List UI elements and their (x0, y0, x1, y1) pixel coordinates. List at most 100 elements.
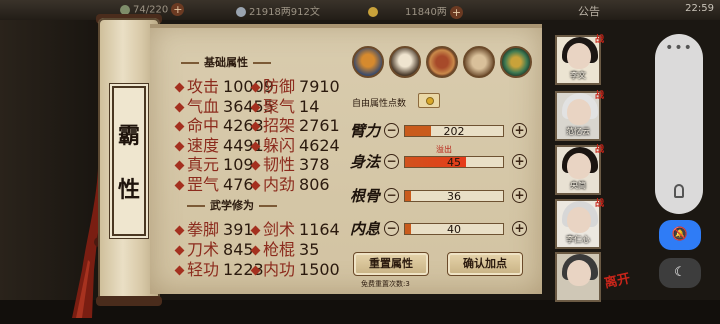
battle-tag: 战 (595, 199, 605, 209)
silver-counter: 21918两912文 (236, 3, 320, 18)
gem-bullet-icon (174, 82, 185, 93)
moon-icon: ☾ (674, 265, 686, 280)
plus-button[interactable]: + (512, 154, 527, 169)
gem-bullet-icon (174, 141, 185, 151)
gem-bullet-icon (174, 180, 185, 190)
volume-slider[interactable] (674, 184, 684, 198)
stamina-icon (120, 4, 130, 15)
basic-attrs-title: 基础属性 (176, 54, 276, 70)
gem-bullet-icon (174, 102, 185, 112)
scroll-cap-bottom (96, 296, 162, 306)
martial-stat: 轻功 1223 (174, 256, 264, 280)
minus-button[interactable]: − (384, 123, 399, 138)
attribute-bar: 36 (404, 190, 504, 203)
minus-button[interactable]: − (384, 221, 399, 236)
basic_attrs-stat: 内劲 806 (250, 171, 330, 195)
gold-counter: 11840两 + (368, 3, 463, 19)
confirm-points-button[interactable]: 确认加点 (447, 252, 523, 276)
free-reset-count: 免费重置次数:3 (361, 280, 410, 288)
portrait-face (567, 260, 591, 286)
stat-value: 1500 (299, 260, 340, 279)
attribute-name: 根骨 (350, 187, 381, 205)
attribute-name: 身法 (350, 153, 381, 171)
stat-label: 内劲 (263, 174, 296, 194)
silver-icon (236, 7, 246, 17)
attribute-bar: 45 (404, 156, 504, 169)
stat-label: 轻功 (187, 260, 220, 279)
attribute-row: 根骨 − 36 + (350, 185, 530, 209)
attribute-name: 内息 (350, 220, 381, 238)
clock: 22:59 (685, 3, 714, 14)
basic_attrs-stat: 罡气 476 (174, 171, 254, 195)
free-points-label: 自由属性点数 (352, 99, 407, 109)
add-gold-button[interactable]: + (450, 5, 463, 19)
gem-bullet-icon (250, 102, 261, 112)
reset-attributes-button[interactable]: 重置属性 (353, 252, 429, 276)
portrait-face (567, 43, 591, 69)
add-stamina-button[interactable]: + (171, 3, 185, 16)
portrait-name: 央简 (570, 181, 586, 190)
stat-value: 476 (223, 174, 254, 194)
scholar-icon[interactable] (389, 46, 421, 78)
drum-icon[interactable] (426, 46, 458, 78)
plus-button[interactable]: + (512, 188, 527, 203)
plus-button[interactable]: + (512, 221, 527, 236)
gem-bullet-icon (250, 160, 261, 171)
attribute-name: 臂力 (350, 122, 381, 140)
portrait-name: 李文 (570, 71, 586, 80)
gold-ingot-icon (368, 7, 378, 17)
title-char-2: 性 (117, 177, 140, 203)
gem-bullet-icon (174, 265, 185, 276)
minus-button[interactable]: − (384, 188, 399, 203)
floating-control-panel: ••• (655, 34, 703, 214)
gem-bullet-icon (250, 141, 261, 151)
attribute-value: 45 (447, 156, 461, 169)
character-title-plaque: 霸 性 (112, 86, 146, 236)
attribute-row: 臂力 − 202 + (350, 120, 530, 144)
bell-slash-icon: 🔕 (671, 227, 689, 242)
gem-bullet-icon (250, 245, 261, 256)
attribute-row: 内息 − 40 + (350, 218, 530, 242)
portrait-name: 范忆云 (566, 127, 590, 136)
portrait-face (567, 99, 591, 125)
portrait-face (567, 207, 591, 233)
leave-button[interactable]: 离开 (602, 268, 632, 291)
battle-tag: 战 (595, 91, 605, 101)
mute-toggle[interactable]: 🔕 (659, 220, 701, 250)
battle-tag (595, 250, 607, 264)
battle-tag: 战 (595, 145, 605, 155)
martial-stat: 内功 1500 (250, 256, 340, 280)
portrait-name: 李仁心 (566, 235, 590, 244)
gem-bullet-icon (174, 225, 185, 236)
battle-tag: 战 (595, 35, 605, 45)
title-char-1: 霸 (117, 123, 140, 149)
free-points-value (418, 93, 440, 108)
stat-label: 罡气 (187, 174, 220, 194)
attribute-bar: 202 (404, 125, 504, 138)
gem-bullet-icon (250, 225, 261, 236)
attribute-row: 身法 − 45 + (350, 151, 530, 175)
hammer-fist-icon[interactable] (463, 46, 495, 78)
minus-button[interactable]: − (384, 154, 399, 169)
straw-hat-icon[interactable] (352, 46, 384, 78)
gem-bullet-icon (250, 82, 261, 93)
night-mode-toggle[interactable]: ☾ (659, 258, 701, 288)
gem-bullet-icon (250, 121, 261, 132)
more-options-icon[interactable]: ••• (655, 40, 703, 56)
attribute-value: 202 (443, 125, 465, 138)
gem-bullet-icon (250, 180, 261, 190)
stat-value: 806 (299, 174, 330, 194)
gem-bullet-icon (174, 160, 185, 171)
jade-disc-icon[interactable] (500, 46, 532, 78)
martial-title: 武学修为 (182, 197, 282, 213)
plus-button[interactable]: + (512, 123, 527, 138)
gem-bullet-icon (174, 121, 185, 132)
attribute-value: 40 (447, 223, 461, 236)
portrait-face (567, 153, 591, 179)
attribute-bar: 40 (404, 223, 504, 236)
gem-bullet-icon (250, 265, 261, 276)
gem-bullet-icon (174, 245, 185, 256)
attribute-value: 36 (447, 190, 461, 203)
stat-label: 内功 (263, 260, 296, 279)
notice-button[interactable]: 公告 (578, 3, 600, 19)
